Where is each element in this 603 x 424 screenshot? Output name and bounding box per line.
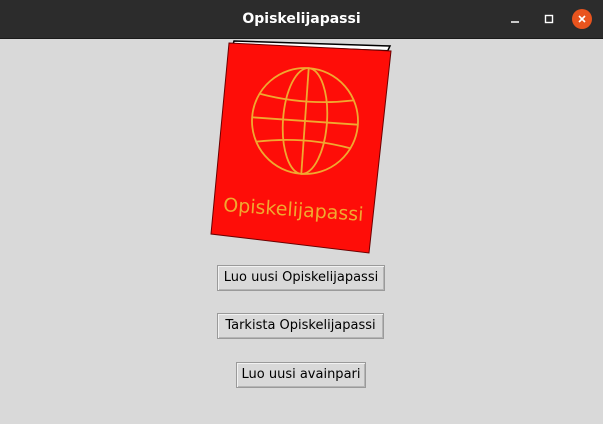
- passport-illustration: Opiskelijapassi: [210, 40, 392, 254]
- app-window: Opiskelijapassi Opiskelijapassi Luo uusi…: [0, 0, 603, 424]
- create-keypair-button[interactable]: Luo uusi avainpari: [236, 362, 366, 388]
- create-passport-button[interactable]: Luo uusi Opiskelijapassi: [217, 265, 385, 291]
- check-passport-button[interactable]: Tarkista Opiskelijapassi: [217, 313, 384, 339]
